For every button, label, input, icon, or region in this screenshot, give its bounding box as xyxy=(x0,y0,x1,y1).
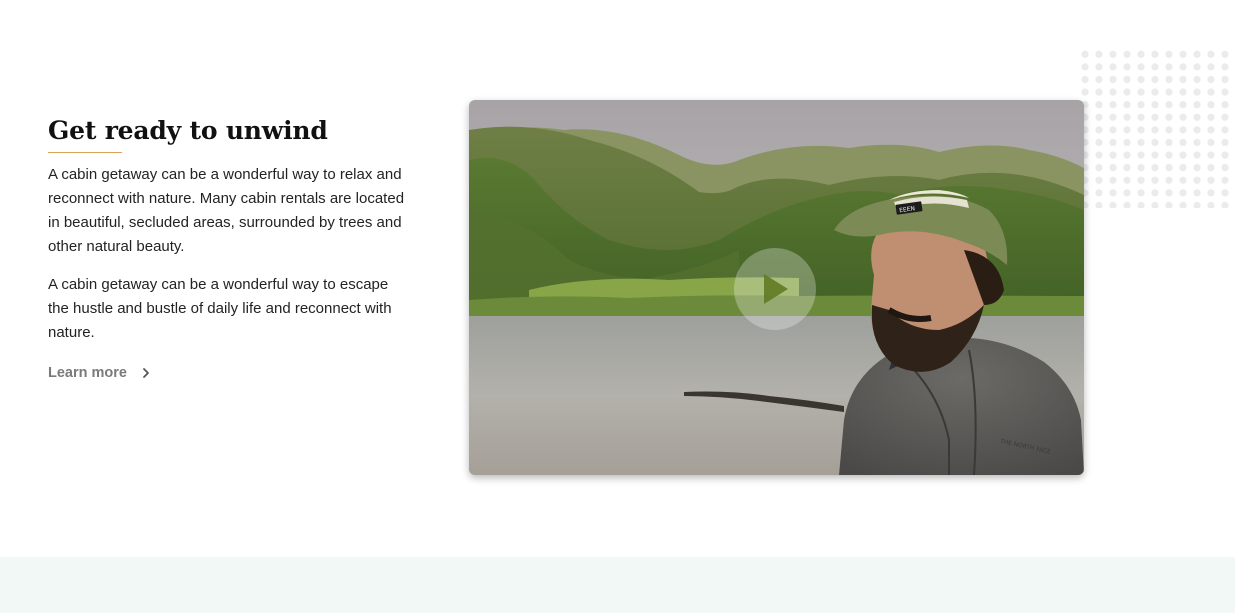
play-button[interactable] xyxy=(734,248,816,330)
chevron-right-icon xyxy=(143,368,149,378)
learn-more-label: Learn more xyxy=(48,365,127,381)
learn-more-link[interactable]: Learn more xyxy=(48,365,151,381)
next-section-band xyxy=(0,557,1235,613)
video-player[interactable]: EEEN THE NORTH FACE xyxy=(469,100,1084,475)
section-heading: Get ready to unwind xyxy=(48,116,328,145)
paragraph-2: A cabin getaway can be a wonderful way t… xyxy=(48,276,392,341)
play-icon xyxy=(764,274,788,304)
paragraph-1: A cabin getaway can be a wonderful way t… xyxy=(48,166,405,255)
decorative-dot-pattern xyxy=(1078,48,1235,208)
intro-text-column: Get ready to unwind A cabin getaway can … xyxy=(48,114,418,382)
heading-underline xyxy=(48,152,122,153)
